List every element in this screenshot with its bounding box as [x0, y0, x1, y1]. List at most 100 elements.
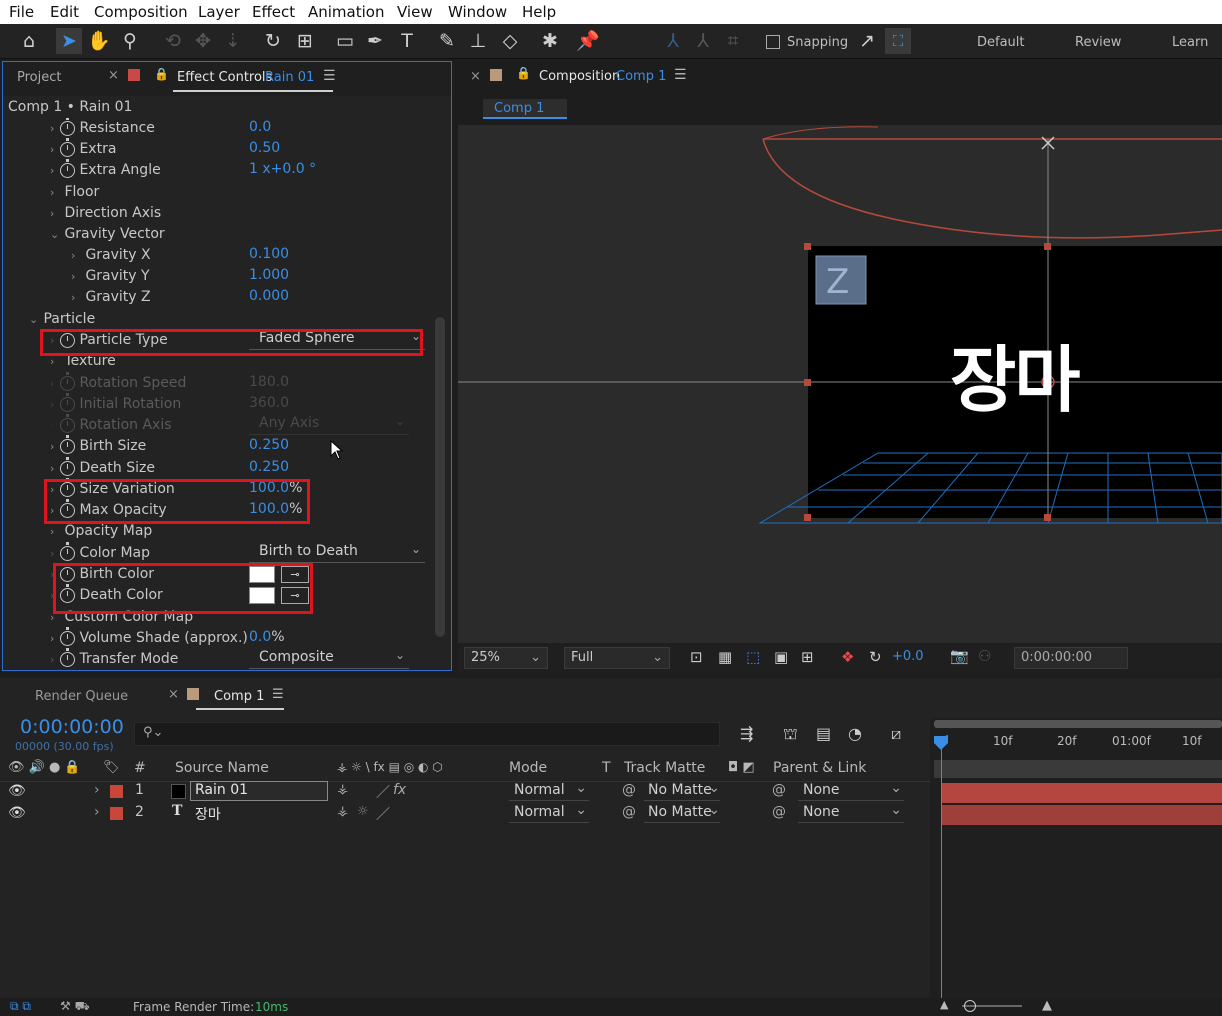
orbit-tool-icon[interactable]: ⟲ [160, 28, 186, 54]
property-value[interactable]: 0.100 [249, 246, 289, 262]
track-matte-dropdown[interactable]: No Matte ⌄ [644, 780, 720, 801]
collapse-switch-icon[interactable]: ☼ [357, 804, 369, 819]
layer-switches-icon[interactable]: ⧉ ⧉ [10, 999, 31, 1014]
timeline-layer-row[interactable]: 👁 › 1 Rain 01 ⚶ ／ fx Normal ⌄ @ No Matte ⌄… [0, 780, 930, 803]
fast-preview-icon[interactable]: ⊡ [690, 648, 703, 666]
eraser-tool-icon[interactable]: ◇ [497, 28, 523, 54]
workspace-learn[interactable]: Learn [1172, 35, 1208, 50]
clone-stamp-icon[interactable]: ⊥ [465, 28, 491, 54]
stopwatch-icon[interactable] [60, 647, 75, 667]
comp-flowchart-icon[interactable]: ⇶ [740, 724, 753, 743]
property-value[interactable]: 0.50 [249, 140, 280, 156]
panel-menu-icon[interactable]: ☰ [674, 67, 687, 83]
property-row[interactable]: › Death Size 0.250 [3, 456, 431, 479]
menu-help[interactable]: Help [522, 3, 556, 21]
stopwatch-icon[interactable] [60, 158, 75, 178]
puppet-pin-icon[interactable]: 📌 [575, 28, 601, 54]
type-tool-icon[interactable]: T [394, 28, 420, 54]
close-tab-icon[interactable]: × [470, 69, 481, 84]
snap-target-icon[interactable]: ⛶ [885, 28, 911, 54]
brush-tool-icon[interactable]: ✎ [434, 28, 460, 54]
property-row[interactable]: › Color Map Birth to Death ⌄ [3, 541, 431, 564]
resolution-dropdown[interactable]: Full ⌄ [564, 647, 670, 669]
layer-name[interactable]: 장마 [195, 804, 221, 824]
shy-switch-icon[interactable]: ⚶ [337, 804, 348, 819]
snap-options-icon[interactable]: ↗ [854, 28, 880, 54]
menu-view[interactable]: View [397, 3, 433, 21]
layer-label-color[interactable] [110, 807, 123, 820]
reset-exposure-icon[interactable]: ↻ [869, 648, 882, 666]
layer-name-field[interactable]: Rain 01 [190, 781, 328, 801]
fx-switch-icon[interactable]: fx [393, 782, 406, 798]
dolly-tool-icon[interactable]: ⇣ [220, 28, 246, 54]
menu-effect[interactable]: Effect [252, 3, 295, 21]
stopwatch-icon[interactable] [60, 541, 75, 561]
layer-search-input[interactable]: ⚲⌄ [134, 722, 720, 746]
matte-pickwhip-icon[interactable]: @ [622, 782, 636, 798]
zoom-in-icon[interactable]: ▲ [1042, 998, 1052, 1013]
pen-tool-icon[interactable]: ✒ [362, 28, 388, 54]
selection-tool-icon[interactable]: ➤ [56, 28, 82, 54]
parent-pickwhip-icon[interactable]: @ [772, 782, 786, 798]
guides-icon[interactable]: ⊞ [801, 648, 814, 666]
property-row[interactable]: › Extra 0.50 [3, 137, 431, 160]
quality-switch-icon[interactable]: ／ [376, 782, 390, 802]
draft-3d-icon[interactable]: ⛫ [783, 724, 798, 745]
axis-world-icon[interactable]: ⅄ [690, 28, 716, 54]
tab-project[interactable]: Project [17, 70, 61, 85]
property-row[interactable]: › Birth Size 0.250 [3, 434, 431, 457]
property-group-row[interactable]: ⌄ Gravity Vector [3, 224, 431, 245]
menu-window[interactable]: Window [448, 3, 507, 21]
tab-render-queue[interactable]: Render Queue [35, 689, 128, 704]
panel-menu-icon[interactable]: ☰ [272, 687, 284, 702]
parent-dropdown[interactable]: None ⌄ [798, 780, 904, 801]
menu-composition[interactable]: Composition [94, 3, 188, 21]
lock-icon[interactable]: 🔒 [516, 66, 531, 80]
tab-effect-controls[interactable]: Effect Controls [177, 70, 272, 85]
composition-viewer[interactable]: Z 장마 [458, 125, 1222, 643]
current-time[interactable]: 0:00:00:00 [20, 716, 124, 738]
property-group-row[interactable]: ⌄ Particle [3, 309, 431, 330]
layer-bar[interactable] [942, 783, 1222, 803]
transfer-mode-dropdown[interactable]: Composite ⌄ [249, 648, 409, 669]
property-row[interactable]: › Transfer Mode Composite ⌄ [3, 647, 431, 670]
property-row[interactable]: › Gravity Y 1.000 [3, 266, 431, 287]
exposure-value[interactable]: +0.0 [892, 649, 924, 664]
property-row[interactable]: › Gravity X 0.100 [3, 245, 431, 266]
transparency-grid-icon[interactable]: ▦ [718, 648, 732, 666]
workspace-default[interactable]: Default [977, 35, 1025, 50]
region-of-interest-icon[interactable]: ▣ [774, 648, 788, 666]
tab-comp-name[interactable]: Comp 1 [616, 69, 666, 84]
panel-menu-icon[interactable]: ☰ [323, 68, 336, 84]
rectangle-tool-icon[interactable]: ▭ [332, 28, 358, 54]
property-group-row[interactable]: › Opacity Map [3, 521, 431, 542]
property-value[interactable]: 0.0 [249, 629, 271, 645]
shy-switch-icon[interactable]: ⚶ [337, 782, 348, 797]
timeline-layer-row[interactable]: 👁 › 2 T 장마 ⚶ ☼ ／ Normal ⌄ @ No Matte ⌄ @ N… [0, 802, 930, 825]
roto-brush-icon[interactable]: ✱ [537, 28, 563, 54]
layer-mode-dropdown[interactable]: Normal ⌄ [509, 780, 589, 801]
property-value[interactable]: 1.000 [249, 267, 289, 283]
menu-file[interactable]: File [9, 3, 34, 21]
color-map-dropdown[interactable]: Birth to Death ⌄ [249, 542, 425, 563]
quality-switch-icon[interactable]: ／ [376, 804, 390, 824]
property-value[interactable]: 0.000 [249, 288, 289, 304]
menu-edit[interactable]: Edit [50, 3, 79, 21]
color-channels-icon[interactable]: ❖ [841, 648, 854, 666]
property-value[interactable]: 0.250 [249, 459, 289, 475]
eye-icon[interactable]: 👁 [8, 805, 26, 821]
close-tab-icon[interactable]: × [168, 687, 179, 702]
property-group-row[interactable]: › Floor [3, 182, 431, 203]
menu-animation[interactable]: Animation [308, 3, 384, 21]
timecode-field[interactable]: 0:00:00:00 [1014, 647, 1128, 669]
property-row[interactable]: › Extra Angle 1 x+0.0 ° [3, 158, 431, 181]
column-source-name[interactable]: Source Name [175, 760, 269, 782]
menu-layer[interactable]: Layer [198, 3, 240, 21]
mask-visibility-icon[interactable]: ⬚ [746, 648, 760, 666]
show-snapshot-icon[interactable]: ⚇ [978, 647, 991, 665]
stopwatch-icon[interactable] [60, 626, 75, 646]
work-area-bar[interactable] [934, 720, 1222, 728]
close-tab-icon[interactable]: × [108, 68, 119, 83]
track-matte-dropdown[interactable]: No Matte ⌄ [644, 802, 720, 823]
comp-subtab[interactable]: Comp 1 [483, 99, 567, 119]
